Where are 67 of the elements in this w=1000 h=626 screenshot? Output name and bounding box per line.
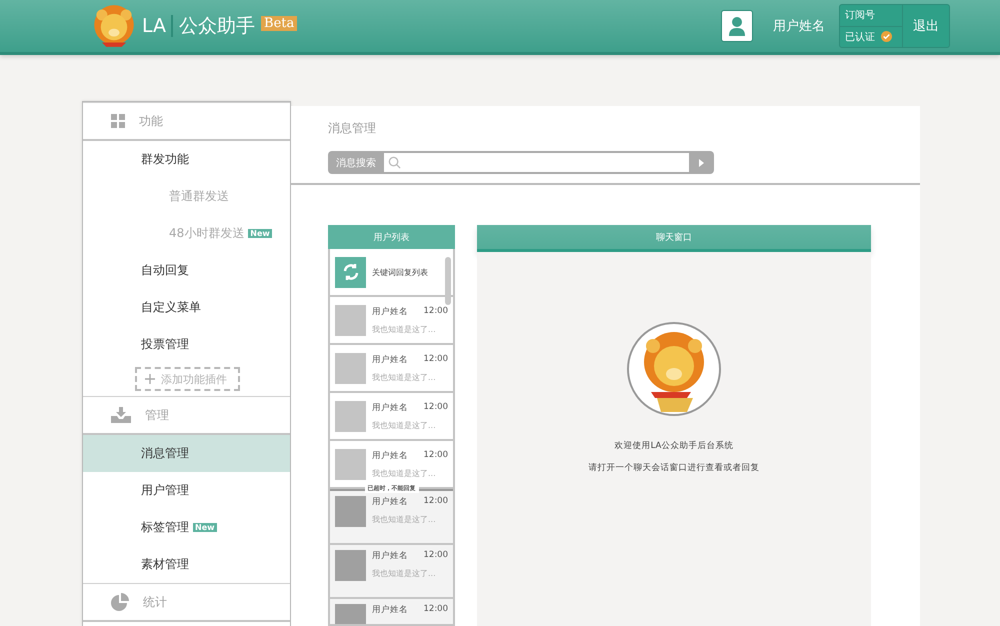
user-name: 用户姓名 [773, 18, 825, 35]
section-label: 管理 [145, 406, 169, 424]
avatar-placeholder [335, 304, 366, 336]
app-name: 公众助手 [179, 14, 256, 39]
avatar-placeholder [335, 550, 366, 581]
conversation-item[interactable]: 用户姓名 12:00 我也知道是这了... [330, 491, 453, 545]
user-list-header: 用户列表 [328, 225, 455, 249]
user-name: 用户姓名 [372, 604, 408, 616]
sidebar-item[interactable]: 标签管理 New [83, 509, 290, 546]
message-time: 12:00 [424, 354, 448, 366]
sidebar-item[interactable]: 用户管理 [83, 472, 290, 509]
sidebar-item[interactable]: 投票管理 [83, 326, 290, 363]
user-name: 用户姓名 [372, 306, 408, 318]
check-icon [881, 31, 892, 42]
user-name: 用户姓名 [372, 354, 408, 366]
sidebar-item[interactable]: 素材管理 [83, 546, 290, 583]
sidebar-item[interactable]: 群发功能 [83, 141, 290, 178]
page-title: 消息管理 [327, 120, 377, 137]
person-icon [729, 16, 745, 36]
chat-window-header: 聊天窗口 [477, 225, 871, 252]
message-preview: 我也知道是这了... [372, 324, 437, 334]
message-time: 12:00 [424, 496, 448, 508]
message-preview: 我也知道是这了... [372, 514, 437, 525]
user-name: 用户姓名 [372, 550, 408, 562]
lion-mascot-icon [627, 322, 721, 416]
section-label: 功能 [139, 112, 163, 130]
message-preview: 我也知道是这了... [372, 372, 437, 382]
hint-text: 请打开一个聊天会话窗口进行查看或者回复 [588, 462, 760, 474]
user-name: 用户姓名 [372, 450, 408, 462]
user-avatar[interactable] [721, 10, 753, 42]
sidebar-item[interactable]: 自动回复 [83, 252, 290, 289]
logo-text: LA [142, 15, 174, 37]
search-label: 消息搜索 [335, 156, 377, 170]
section-label: 统计 [143, 594, 167, 610]
message-preview: 我也知道是这了... [372, 468, 437, 478]
message-preview: 我也知道是这了... [372, 568, 437, 579]
lion-logo-icon [92, 4, 136, 48]
grid-icon [111, 114, 125, 128]
scrollbar[interactable] [445, 257, 451, 305]
search-icon [388, 156, 401, 169]
new-badge: New [248, 229, 272, 238]
refresh-icon [335, 256, 366, 288]
conversation-item[interactable]: 用户姓名 12:00 [330, 599, 453, 624]
message-time: 12:00 [424, 550, 448, 562]
new-badge: New [193, 523, 217, 532]
avatar-placeholder [335, 448, 366, 480]
message-time: 12:00 [424, 604, 448, 616]
account-type: 订阅号 [845, 9, 875, 22]
plus-icon [145, 374, 155, 384]
message-time: 12:00 [424, 402, 448, 414]
message-time: 12:00 [424, 450, 448, 462]
beta-badge: Beta [261, 16, 298, 31]
verified-label: 已认证 [845, 30, 875, 44]
inbox-icon [111, 407, 131, 423]
pie-chart-icon [111, 593, 129, 611]
sidebar-item[interactable]: 消息管理 [83, 435, 290, 472]
message-preview: 我也知道是这了... [372, 420, 437, 430]
avatar-placeholder [335, 400, 366, 432]
avatar-placeholder [335, 496, 366, 527]
welcome-text: 欢迎使用LA公众助手后台系统 [614, 440, 734, 452]
user-name: 用户姓名 [372, 402, 408, 414]
avatar-placeholder [335, 352, 366, 384]
conversation-item[interactable]: 用户姓名 12:00 我也知道是这了... [330, 545, 453, 599]
play-icon [699, 158, 704, 166]
sidebar-item[interactable]: 自定义菜单 [83, 289, 290, 326]
user-name: 用户姓名 [372, 496, 408, 508]
message-time: 12:00 [424, 306, 448, 318]
